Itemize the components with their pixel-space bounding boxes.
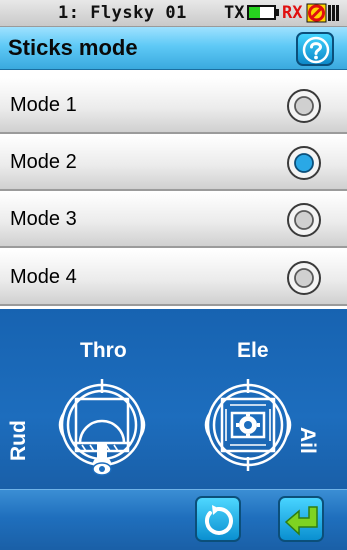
mode-label: Mode 4 <box>10 266 77 288</box>
help-button[interactable] <box>296 32 334 66</box>
mode-label: Mode 3 <box>10 208 77 230</box>
tx-label: TX <box>224 3 245 23</box>
tx-battery-fill <box>249 7 261 18</box>
radio-button[interactable] <box>286 88 322 124</box>
mode-row-4[interactable]: Mode 4 <box>0 250 347 306</box>
tx-battery-icon <box>247 5 276 20</box>
left-stick-gimbal-icon <box>58 379 146 476</box>
radio-button[interactable] <box>286 145 322 181</box>
bottom-bar <box>0 489 347 550</box>
mode-row-2[interactable]: Mode 2 <box>0 135 347 191</box>
mode-label: Mode 2 <box>10 151 77 173</box>
aileron-label: Ail <box>296 427 319 454</box>
status-bar: 1: Flysky 01 TX RX <box>0 0 347 27</box>
back-button[interactable] <box>278 496 324 542</box>
title-bar: Sticks mode <box>0 27 347 70</box>
screen: 1: Flysky 01 TX RX Sticks mode Mode 1 Mo… <box>0 0 347 550</box>
radio-button[interactable] <box>286 202 322 238</box>
help-icon <box>302 36 330 64</box>
reset-icon <box>204 505 233 535</box>
rudder-label: Rud <box>7 420 30 461</box>
mode-row-3[interactable]: Mode 3 <box>0 192 347 248</box>
no-signal-icon <box>306 3 339 23</box>
right-stick-gimbal-icon <box>204 379 292 471</box>
back-arrow-icon <box>284 506 318 536</box>
reset-button[interactable] <box>195 496 241 542</box>
model-name: 1: Flysky 01 <box>58 3 187 23</box>
throttle-label: Thro <box>80 339 127 362</box>
sticks-diagram-panel: Thro Ele Rud Ail <box>0 309 347 489</box>
page-title: Sticks mode <box>8 35 138 60</box>
radio-button[interactable] <box>286 260 322 296</box>
mode-row-1[interactable]: Mode 1 <box>0 78 347 134</box>
elevator-label: Ele <box>237 339 269 362</box>
mode-label: Mode 1 <box>10 94 77 116</box>
tx-battery-tip <box>276 9 279 16</box>
rx-label: RX <box>282 3 303 23</box>
